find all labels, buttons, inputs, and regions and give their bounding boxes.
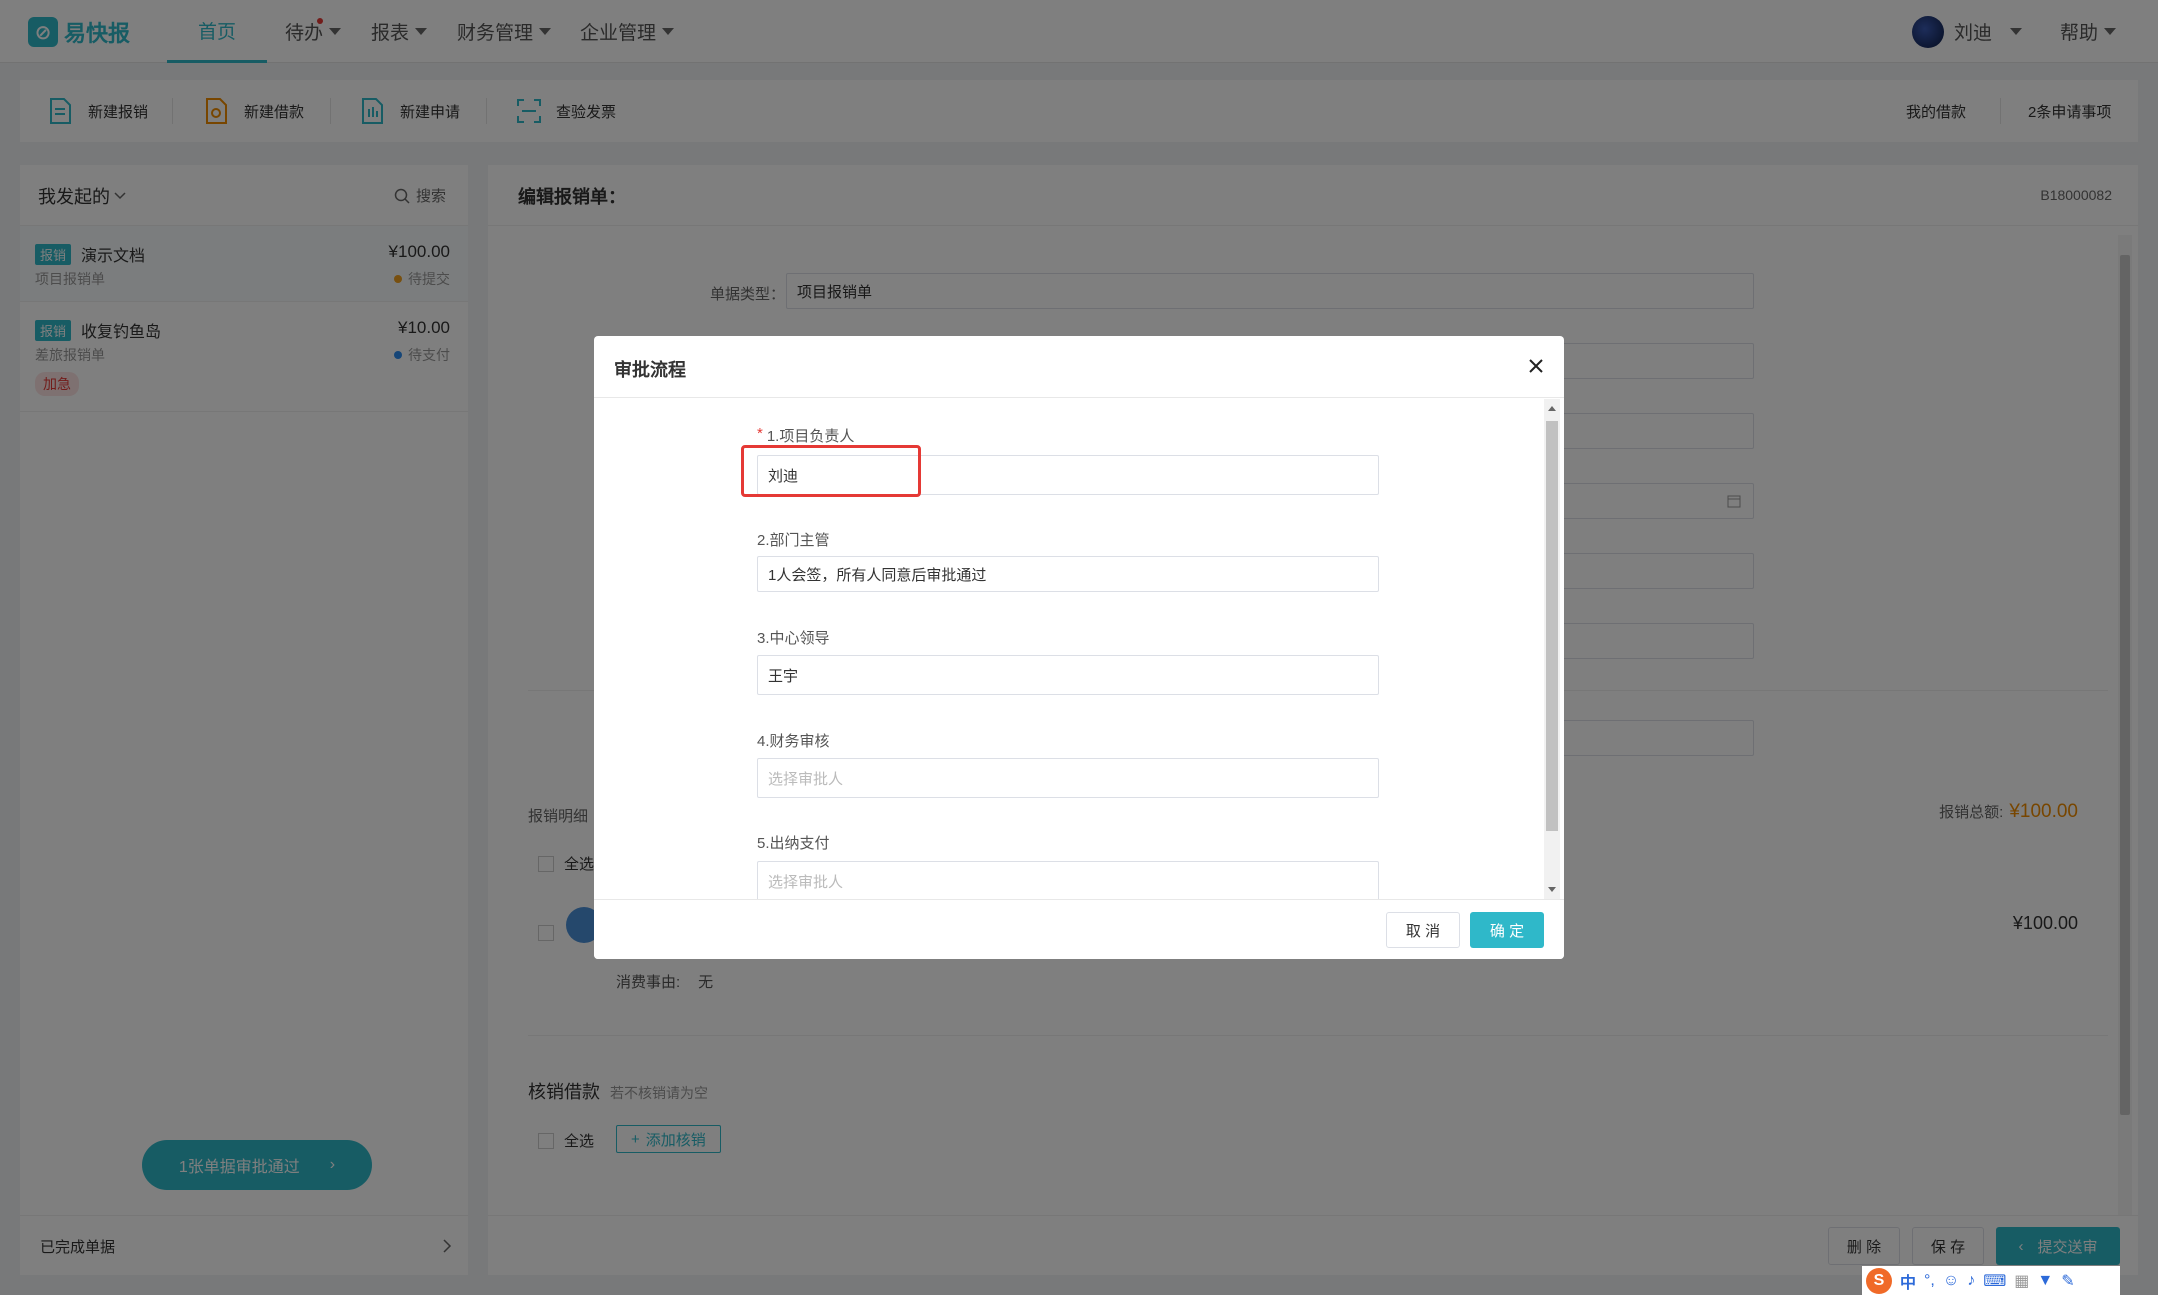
dialog-footer: 取 消 确 定 (594, 899, 1564, 959)
step-3-value: 王宇 (768, 667, 799, 685)
step-2-value: 1人会签，所有人同意后审批通过 (768, 566, 987, 584)
dialog-header: 审批流程 (594, 336, 1564, 398)
wrench-icon[interactable]: ✎ (2061, 1271, 2074, 1291)
step-3-label: 3.中心领导 (757, 630, 830, 647)
dialog-scrollbar[interactable] (1544, 399, 1560, 899)
scroll-down-icon[interactable] (1548, 887, 1556, 893)
skin-icon[interactable]: ▼ (2037, 1272, 2053, 1290)
keyboard-icon[interactable]: ⌨ (1983, 1271, 2006, 1291)
step-4-label: 4.财务审核 (757, 733, 830, 750)
emoji-icon[interactable]: ☺ (1943, 1272, 1959, 1290)
required-marker: * (757, 425, 763, 442)
ime-logo-icon[interactable]: S (1866, 1267, 1892, 1294)
confirm-button[interactable]: 确 定 (1470, 912, 1544, 948)
confirm-label: 确 定 (1489, 922, 1525, 940)
ime-mode[interactable]: 中 (1900, 1269, 1916, 1293)
scrollbar-thumb[interactable] (1546, 421, 1558, 831)
dialog-body: * 1.项目负责人 刘迪 2.部门主管 1人会签，所有人同意后审批通过 3.中心… (594, 399, 1564, 899)
step-1-label: 1.项目负责人 (766, 428, 855, 445)
microphone-icon[interactable]: ♪ (1967, 1272, 1975, 1290)
cancel-label: 取 消 (1405, 922, 1441, 940)
step-3-approver-input[interactable]: 王宇 (757, 655, 1379, 695)
step-4-approver-input[interactable]: 选择审批人 (757, 758, 1379, 798)
highlight-box (741, 445, 921, 497)
cancel-button[interactable]: 取 消 (1386, 912, 1460, 948)
approval-flow-dialog: 审批流程 * 1.项目负责人 刘迪 2.部门主管 1人会签，所有人同意后审批通过… (594, 336, 1564, 959)
step-5-placeholder: 选择审批人 (768, 873, 844, 891)
toolbox-icon[interactable]: ▦ (2014, 1271, 2029, 1291)
step-4-placeholder: 选择审批人 (768, 770, 844, 788)
ime-toolbar: S 中 °, ☺ ♪ ⌨ ▦ ▼ ✎ (1862, 1266, 2120, 1295)
step-1-label-row: * 1.项目负责人 (757, 425, 854, 446)
step-5-approver-input[interactable]: 选择审批人 (757, 861, 1379, 899)
dialog-title: 审批流程 (614, 360, 686, 380)
scroll-up-icon[interactable] (1548, 405, 1556, 411)
close-icon[interactable] (1528, 358, 1544, 374)
step-2-label: 2.部门主管 (757, 532, 830, 549)
step-2-approver-input[interactable]: 1人会签，所有人同意后审批通过 (757, 556, 1379, 592)
punctuation-icon[interactable]: °, (1924, 1272, 1935, 1290)
step-5-label: 5.出纳支付 (757, 835, 830, 852)
